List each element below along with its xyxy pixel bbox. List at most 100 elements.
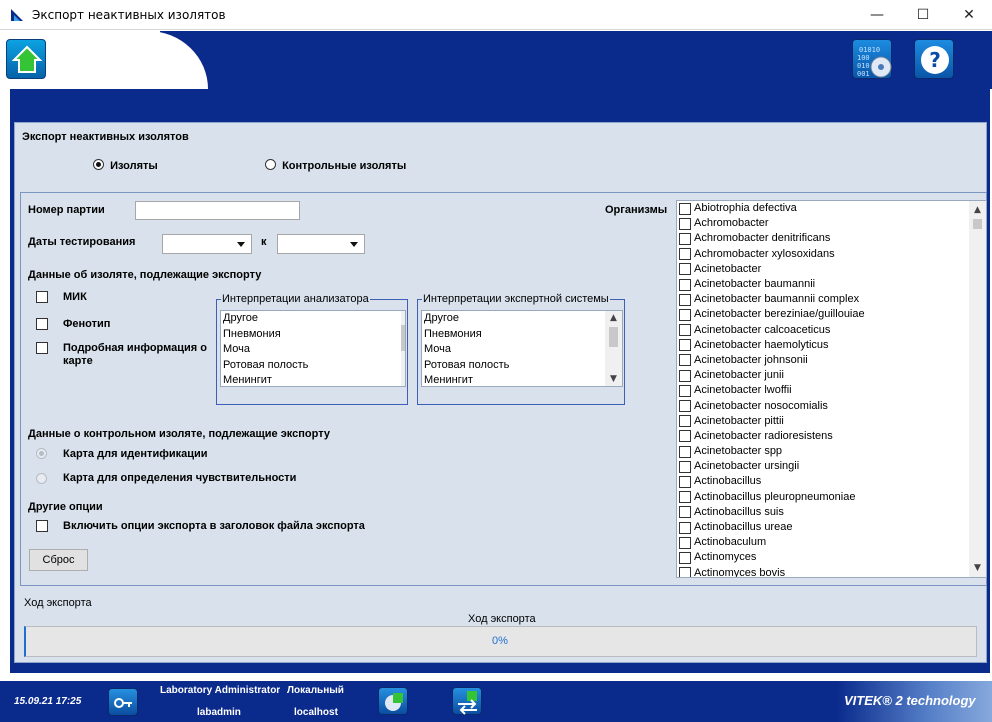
help-button[interactable]: ? (914, 39, 954, 79)
reset-button[interactable]: Сброс (29, 549, 88, 571)
organism-checkbox[interactable] (679, 430, 691, 443)
organism-checkbox[interactable] (679, 521, 691, 534)
organism-checkbox[interactable] (679, 263, 691, 276)
organism-checkbox[interactable] (679, 248, 691, 261)
scroll-up-icon[interactable]: ▲ (969, 203, 986, 217)
organism-checkbox[interactable] (679, 551, 691, 564)
list-item[interactable]: Пневмония (422, 327, 622, 343)
organism-list-item[interactable]: Acinetobacter pittii (677, 414, 986, 429)
checkbox-phenotype-box[interactable] (36, 318, 48, 330)
organism-list-item[interactable]: Achromobacter denitrificans (677, 231, 986, 246)
organism-checkbox[interactable] (679, 506, 691, 519)
organism-list-item[interactable]: Acinetobacter baumannii (677, 277, 986, 292)
list-item[interactable]: Пневмония (221, 327, 405, 343)
organism-list-item[interactable]: Actinobacillus (677, 474, 986, 489)
radio-ast-card[interactable] (36, 473, 47, 486)
organism-list-item[interactable]: Actinobacillus ureae (677, 520, 986, 535)
scroll-up-icon[interactable]: ▲ (605, 311, 622, 325)
organism-list-item[interactable]: Achromobacter (677, 216, 986, 231)
organisms-scrollbar[interactable]: ▲ ▼ (969, 201, 986, 577)
list-item[interactable]: Другое (422, 311, 622, 327)
scroll-down-icon[interactable]: ▼ (969, 561, 986, 575)
organism-list-item[interactable]: Acinetobacter junii (677, 368, 986, 383)
instrument-status-button[interactable] (378, 687, 408, 715)
radio-ast-card-indicator[interactable] (36, 473, 47, 484)
scrollbar-thumb[interactable] (973, 219, 982, 229)
organism-list-item[interactable]: Acinetobacter baumannii complex (677, 292, 986, 307)
analyzer-interpretations-list[interactable]: Другое Пневмония Моча Ротовая полость Ме… (220, 310, 406, 387)
organism-list-item[interactable]: Actinobacillus suis (677, 505, 986, 520)
organism-checkbox[interactable] (679, 217, 691, 230)
organism-checkbox[interactable] (679, 567, 691, 577)
organism-list-item[interactable]: Acinetobacter calcoaceticus (677, 323, 986, 338)
organism-checkbox[interactable] (679, 232, 691, 245)
list-item[interactable]: Моча (422, 342, 622, 358)
organism-list-item[interactable]: Acinetobacter radioresistens (677, 429, 986, 444)
checkbox-mic-box[interactable] (36, 291, 48, 303)
home-button[interactable] (6, 39, 46, 79)
list-item[interactable]: Другое (221, 311, 405, 327)
list-item[interactable]: Ротовая полость (422, 358, 622, 374)
scrollbar-thumb[interactable] (609, 327, 618, 347)
list-item[interactable]: Менингит (422, 373, 622, 386)
organism-checkbox[interactable] (679, 536, 691, 549)
organism-list-item[interactable]: Acinetobacter (677, 262, 986, 277)
organism-list-item[interactable]: Acinetobacter johnsonii (677, 353, 986, 368)
organism-checkbox[interactable] (679, 354, 691, 367)
date-to-select[interactable] (277, 234, 365, 254)
list-item[interactable]: Ротовая полость (221, 358, 405, 374)
organism-list-item[interactable]: Acinetobacter lwoffii (677, 383, 986, 398)
list-item[interactable]: Менингит (221, 373, 405, 386)
organism-checkbox[interactable] (679, 339, 691, 352)
organism-checkbox[interactable] (679, 445, 691, 458)
organism-list-item[interactable]: Acinetobacter spp (677, 444, 986, 459)
checkbox-card-details[interactable] (36, 342, 48, 357)
logout-button[interactable] (108, 688, 138, 716)
minimize-button[interactable]: — (854, 0, 900, 30)
organism-checkbox[interactable] (679, 293, 691, 306)
date-from-select[interactable] (162, 234, 252, 254)
organism-list-item[interactable]: Acinetobacter ursingii (677, 459, 986, 474)
organism-checkbox[interactable] (679, 415, 691, 428)
radio-control-isolates[interactable]: Контрольные изоляты (265, 159, 406, 172)
organism-list-item[interactable]: Actinobaculum (677, 535, 986, 550)
organism-list-item[interactable]: Actinobacillus pleuropneumoniae (677, 490, 986, 505)
checkbox-mic[interactable] (36, 291, 48, 306)
scrollbar-thumb[interactable] (401, 325, 405, 351)
radio-isolates[interactable]: Изоляты (93, 159, 158, 172)
organism-checkbox[interactable] (679, 460, 691, 473)
checkbox-phenotype[interactable] (36, 318, 48, 333)
organism-checkbox[interactable] (679, 400, 691, 413)
analyzer-list-scrollbar[interactable] (401, 311, 405, 386)
organism-checkbox[interactable] (679, 202, 691, 215)
organism-checkbox[interactable] (679, 278, 691, 291)
organism-list-item[interactable]: Acinetobacter nosocomialis (677, 398, 986, 413)
transfer-button[interactable] (452, 687, 482, 715)
expert-list-scrollbar[interactable]: ▲ ▼ (605, 311, 622, 386)
checkbox-include-export-options-box[interactable] (36, 520, 48, 532)
organism-list-item[interactable]: Acinetobacter bereziniae/guillouiae (677, 307, 986, 322)
organism-checkbox[interactable] (679, 384, 691, 397)
organism-list-item[interactable]: Achromobacter xylosoxidans (677, 247, 986, 262)
maximize-button[interactable]: ☐ (900, 0, 946, 30)
organism-checkbox[interactable] (679, 475, 691, 488)
radio-id-card-indicator[interactable] (36, 448, 47, 459)
organism-list-item[interactable]: Acinetobacter haemolyticus (677, 338, 986, 353)
checkbox-card-details-box[interactable] (36, 342, 48, 354)
organism-list-item[interactable]: Abiotrophia defectiva (677, 201, 986, 216)
data-transfer-button[interactable]: 01010 100 010 001 (852, 39, 892, 79)
batch-number-input[interactable] (135, 201, 300, 220)
list-item[interactable]: Моча (221, 342, 405, 358)
radio-isolates-indicator[interactable] (93, 159, 104, 170)
organism-list-item[interactable]: Actinomyces (677, 550, 986, 565)
organism-checkbox[interactable] (679, 369, 691, 382)
organisms-list[interactable]: Abiotrophia defectiva Achromobacter Achrom… (676, 200, 987, 578)
organism-checkbox[interactable] (679, 308, 691, 321)
close-button[interactable]: ✕ (946, 0, 992, 30)
organism-checkbox[interactable] (679, 324, 691, 337)
organism-list-item[interactable]: Actinomyces bovis (677, 566, 986, 577)
checkbox-include-export-options[interactable] (36, 520, 48, 535)
organism-checkbox[interactable] (679, 491, 691, 504)
radio-id-card[interactable] (36, 448, 47, 461)
scroll-down-icon[interactable]: ▼ (605, 372, 622, 386)
